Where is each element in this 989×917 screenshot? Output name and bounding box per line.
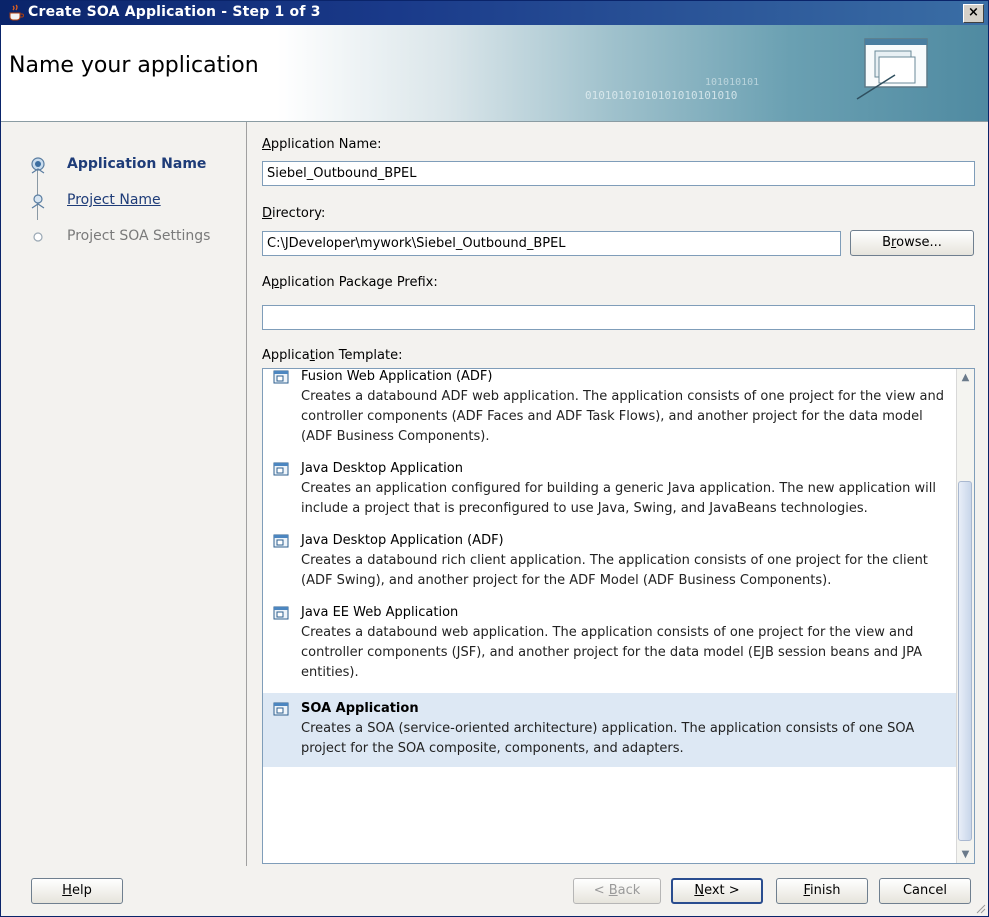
template-title: Java Desktop Application (301, 461, 463, 476)
java-cup-icon (9, 4, 24, 21)
application-icon (273, 606, 289, 620)
banner-binary-text: 01010101010101010101010 (585, 89, 738, 102)
template-item-java-ee-web[interactable]: Java EE Web Application Creates a databo… (263, 601, 956, 685)
template-description: Creates a databound web application. The… (301, 625, 922, 680)
header-banner: Name your application 010101010101010101… (1, 25, 988, 122)
wizard-steps-panel: Application Name Project Name Project SO… (1, 122, 247, 866)
template-description: Creates a databound ADF web application.… (301, 389, 944, 444)
template-title: Fusion Web Application (ADF) (301, 369, 493, 384)
template-item-soa-application[interactable]: SOA Application Creates a SOA (service-o… (263, 693, 956, 767)
application-icon (273, 462, 289, 476)
next-button[interactable]: Next > (671, 878, 763, 904)
title-bar[interactable]: Create SOA Application - Step 1 of 3 × (1, 1, 988, 25)
package-prefix-label: Application Package Prefix: (262, 275, 438, 290)
template-title: Java Desktop Application (ADF) (301, 533, 504, 548)
resize-grip-icon[interactable] (974, 902, 986, 914)
application-name-input[interactable]: Siebel_Outbound_BPEL (262, 161, 975, 186)
application-icon (273, 370, 289, 384)
template-title: Java EE Web Application (301, 605, 459, 620)
application-template-label: Application Template: (262, 348, 403, 363)
application-template-list[interactable]: Fusion Web Application (ADF) Creates a d… (262, 368, 975, 864)
help-button[interactable]: Help (31, 878, 123, 904)
finish-button[interactable]: Finish (776, 878, 868, 904)
directory-input[interactable]: C:\JDeveloper\mywork\Siebel_Outbound_BPE… (262, 231, 841, 256)
pending-step-icon (33, 232, 43, 242)
application-icon (273, 702, 289, 716)
application-window-icon (856, 38, 928, 100)
create-soa-application-dialog: Create SOA Application - Step 1 of 3 × N… (0, 0, 989, 917)
directory-label: Directory: (262, 206, 326, 221)
step-link-icon (31, 194, 45, 209)
back-button[interactable]: < Back (573, 878, 661, 904)
template-description: Creates a SOA (service-oriented architec… (301, 721, 915, 756)
template-items: Fusion Web Application (ADF) Creates a d… (263, 369, 956, 767)
template-description: Creates a databound rich client applicat… (301, 553, 928, 588)
browse-button[interactable]: Browse... (850, 230, 974, 256)
window-title: Create SOA Application - Step 1 of 3 (28, 4, 321, 20)
current-step-icon (31, 157, 45, 174)
template-item-java-desktop[interactable]: Java Desktop Application Creates an appl… (263, 457, 956, 521)
application-icon (273, 534, 289, 548)
page-title: Name your application (9, 53, 259, 78)
scroll-up-icon[interactable]: ▲ (957, 369, 974, 386)
template-title: SOA Application (301, 701, 419, 716)
scroll-down-icon[interactable]: ▼ (957, 846, 974, 863)
button-bar: Help < Back Next > Finish Cancel (1, 866, 988, 916)
template-description: Creates an application configured for bu… (301, 481, 936, 516)
package-prefix-input[interactable] (262, 305, 975, 330)
step-label[interactable]: Project Name (67, 192, 161, 208)
application-name-label: Application Name: (262, 137, 382, 152)
template-list-scrollbar[interactable]: ▲ ▼ (956, 369, 974, 863)
step-label: Project SOA Settings (67, 228, 211, 244)
cancel-button[interactable]: Cancel (879, 878, 971, 904)
step-label: Application Name (67, 156, 207, 172)
close-button[interactable]: × (963, 4, 984, 23)
scrollbar-thumb[interactable] (958, 481, 972, 841)
template-item-fusion-web-adf[interactable]: Fusion Web Application (ADF) Creates a d… (263, 369, 956, 449)
banner-binary-text-2: 101010101 (705, 77, 760, 88)
template-item-java-desktop-adf[interactable]: Java Desktop Application (ADF) Creates a… (263, 529, 956, 593)
